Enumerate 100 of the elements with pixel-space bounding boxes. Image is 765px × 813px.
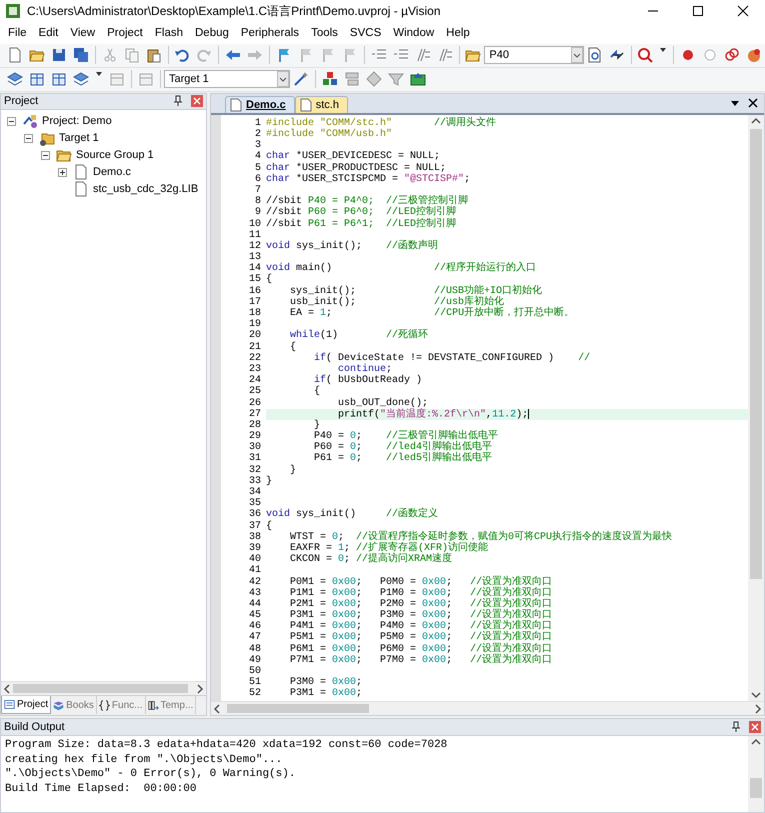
code-line: void sys_init() //函数定义 <box>266 509 440 520</box>
target-combo[interactable]: Target 1 <box>164 70 290 88</box>
line-number: 46 <box>248 621 262 632</box>
grid-icon[interactable] <box>29 71 45 88</box>
tree-item[interactable]: Demo.c <box>93 164 131 181</box>
file-icon <box>73 164 89 180</box>
diamond-icon[interactable] <box>366 71 382 88</box>
menu-item[interactable]: Help <box>440 22 476 44</box>
collapse-icon[interactable] <box>41 150 50 160</box>
line-number: 42 <box>248 576 262 588</box>
close-icon <box>736 4 750 18</box>
magic-wand-icon[interactable] <box>293 71 309 88</box>
line-number: 21 <box>248 342 262 353</box>
close-icon[interactable] <box>748 98 758 108</box>
line-number: 45 <box>248 610 262 622</box>
code-line: } <box>266 476 274 487</box>
line-number: 50 <box>248 666 262 677</box>
line-number: 29 <box>248 431 262 442</box>
comment-icon[interactable] <box>414 47 431 64</box>
paste-icon[interactable] <box>146 47 162 64</box>
pin-icon[interactable] <box>173 95 183 108</box>
line-number: 48 <box>248 644 262 655</box>
grid-icon[interactable] <box>51 71 67 88</box>
new-file-icon[interactable] <box>7 47 23 64</box>
line-number: 34 <box>248 487 262 498</box>
line-number: 24 <box>248 375 262 386</box>
line-number: 10 <box>248 218 262 230</box>
code-line: { <box>266 274 274 286</box>
layers-icon[interactable] <box>73 71 89 88</box>
find-document-icon[interactable] <box>586 47 602 64</box>
code-line: { <box>313 386 322 398</box>
scrollbar-thumb[interactable] <box>227 704 369 714</box>
line-number: 31 <box>248 453 262 465</box>
uncomment-icon[interactable] <box>436 47 453 64</box>
code-line: { <box>266 520 274 532</box>
line-number: 22 <box>248 352 262 364</box>
line-number: 26 <box>248 398 262 409</box>
line-number: 15 <box>248 274 262 286</box>
code-line: char *USER_STCISPCMD = "@STCISP#"; <box>266 174 472 185</box>
undo-icon[interactable] <box>174 47 190 64</box>
pin-icon[interactable] <box>731 721 741 734</box>
output-line: ".\Objects\Demo" - 0 Error(s), 0 Warning(s). <box>5 767 296 782</box>
app-icon <box>5 3 21 19</box>
line-number: 35 <box>248 498 262 510</box>
panel-tab[interactable]: Project <box>1 696 52 714</box>
code-line: P61 = 0; //led5引脚输出低电平 <box>313 453 494 465</box>
tree-item[interactable]: Target 1 <box>59 130 99 147</box>
scrollbar-thumb[interactable] <box>13 684 188 694</box>
line-number: 30 <box>248 442 262 454</box>
menu-item[interactable]: View <box>64 22 102 44</box>
line-number: 38 <box>248 532 262 543</box>
line-number: 18 <box>248 308 262 319</box>
blocks-icon[interactable] <box>344 71 360 88</box>
dropdown-icon[interactable] <box>730 98 740 108</box>
menu-item[interactable]: Peripherals <box>234 22 306 44</box>
line-number: 39 <box>248 542 262 554</box>
funnel-icon[interactable] <box>388 71 404 88</box>
menu-item[interactable]: Project <box>101 22 149 44</box>
rings-icon[interactable] <box>724 47 740 64</box>
colored-blocks-icon[interactable] <box>322 71 338 88</box>
menu-item[interactable]: Debug <box>189 22 235 44</box>
line-number: 14 <box>248 263 262 274</box>
debug-magnifier-icon[interactable] <box>637 47 654 64</box>
save-icon[interactable] <box>51 47 67 64</box>
scrollbar-thumb[interactable] <box>750 128 762 579</box>
file-tab[interactable]: stc.h <box>294 96 348 113</box>
menu-item[interactable]: SVCS <box>344 22 388 44</box>
menu-item[interactable]: Tools <box>305 22 344 44</box>
line-number: 37 <box>248 520 262 532</box>
collapse-icon[interactable] <box>24 134 33 143</box>
line-number: 11 <box>248 230 262 241</box>
panel-tab[interactable]: Temp... <box>146 696 196 714</box>
panel-tab[interactable]: Func... <box>96 696 146 714</box>
menu-item[interactable]: Edit <box>32 22 64 44</box>
menu-item[interactable]: File <box>2 22 33 44</box>
tree-item[interactable]: Source Group 1 <box>76 147 154 164</box>
code-line: } <box>313 420 322 431</box>
line-number: 7 <box>254 184 262 196</box>
find-combo[interactable]: P40 <box>484 46 584 64</box>
code-line: #include "COMM/stc.h" //调用头文件 <box>266 118 498 129</box>
code-line: //sbit P60 = P6^0; //LED控制引脚 <box>266 207 458 218</box>
panel-tab[interactable]: Books <box>51 696 97 714</box>
line-number: 20 <box>248 330 262 342</box>
tree-item[interactable]: stc_usb_cdc_32g.LIB <box>93 181 198 198</box>
menu-item[interactable]: Window <box>387 22 440 44</box>
code-line: EAXFR = 1; //扩展寄存器(XFR)访问使能 <box>289 542 490 554</box>
scrollbar-thumb[interactable] <box>750 778 762 798</box>
save-all-icon[interactable] <box>73 47 89 64</box>
expand-icon[interactable] <box>58 168 67 177</box>
line-number: 5 <box>254 162 262 174</box>
output-line: Program Size: data=8.3 edata+hdata=420 xdata=192 const=60 code=7028 <box>5 738 448 753</box>
menu-item[interactable]: Flash <box>148 22 189 44</box>
collapse-icon[interactable] <box>7 116 16 126</box>
line-number: 13 <box>248 252 262 264</box>
output-line: Build Time Elapsed: 00:00:00 <box>5 782 198 796</box>
tree-item[interactable]: Project: Demo <box>42 113 112 130</box>
file-tab[interactable]: Demo.c <box>225 96 295 113</box>
line-number: 25 <box>248 386 262 398</box>
layers-icon[interactable] <box>7 71 23 88</box>
line-number: 51 <box>248 677 262 688</box>
